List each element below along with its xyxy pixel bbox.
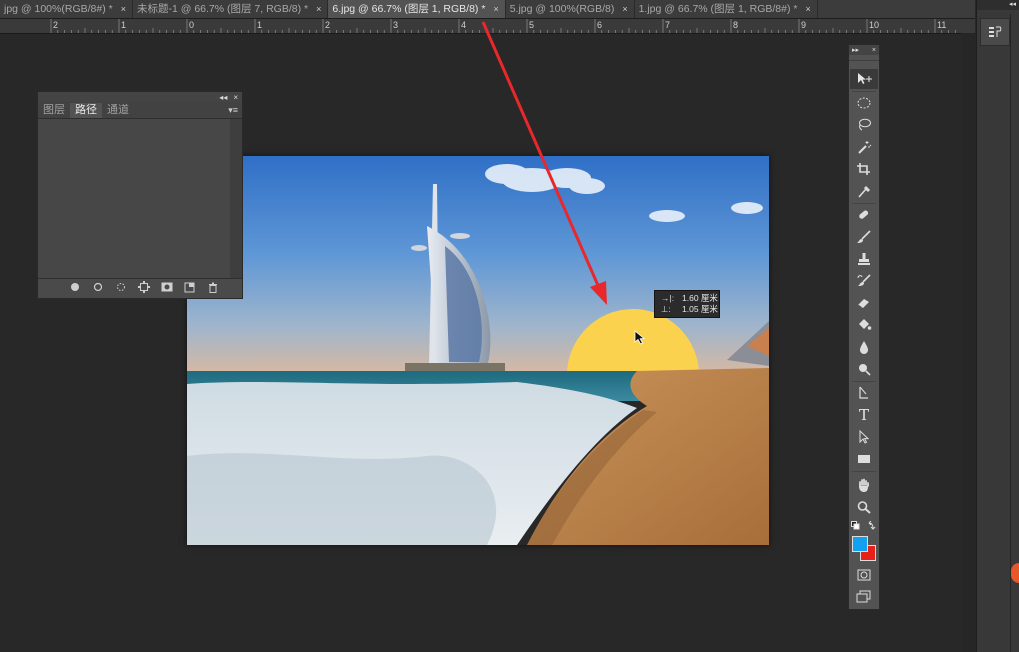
history-brush-tool-icon[interactable]: [850, 271, 878, 291]
blur-tool-icon[interactable]: [850, 337, 878, 357]
height-value: 1.05 厘米: [682, 304, 718, 314]
ruler-label: 5: [529, 20, 534, 30]
tools-panel: ▸▸ × T: [848, 44, 880, 610]
type-tool-icon[interactable]: T: [850, 405, 878, 425]
size-tooltip: →|: 1.60 厘米 ⊥: 1.05 厘米: [654, 290, 720, 318]
ruler-label: 6: [597, 20, 602, 30]
tab-channels[interactable]: 通道: [102, 103, 134, 118]
make-work-path-icon[interactable]: [132, 281, 155, 296]
dodge-tool-icon[interactable]: [850, 359, 878, 379]
lasso-tool-icon[interactable]: [850, 115, 878, 135]
ruler-label: 4: [461, 20, 466, 30]
dock-collapse-icon[interactable]: ◂◂: [977, 0, 1019, 10]
panel-menu-icon[interactable]: ▾≡: [228, 103, 238, 118]
ruler-label: 2: [325, 20, 330, 30]
paths-scrollbar[interactable]: [230, 119, 242, 278]
close-tab-icon[interactable]: ×: [316, 0, 321, 18]
move-tool-icon[interactable]: [850, 69, 878, 89]
magic-wand-tool-icon[interactable]: [850, 137, 878, 157]
ruler-label: 10: [869, 20, 879, 30]
panel-dock-gap: [962, 33, 976, 652]
document-canvas[interactable]: [187, 156, 769, 545]
document-tab-label: 未标题-1 @ 66.7% (图层 7, RGB/8) *: [136, 3, 309, 15]
clone-stamp-tool-icon[interactable]: [850, 249, 878, 269]
close-tab-icon[interactable]: ×: [493, 0, 498, 18]
paint-bucket-tool-icon[interactable]: [850, 315, 878, 335]
hand-tool-icon[interactable]: [850, 475, 878, 495]
mouse-cursor-icon: [634, 330, 646, 345]
toolbar-collapse-icon[interactable]: ▸▸: [852, 46, 859, 54]
eraser-tool-icon[interactable]: [850, 293, 878, 313]
quick-mask-icon[interactable]: [850, 565, 878, 585]
document-tab[interactable]: 1.jpg @ 66.7% (图层 1, RGB/8#) * ×: [635, 0, 818, 18]
panel-tabs: 图层 路径 通道 ▾≡: [38, 102, 242, 119]
paragraph-panel-icon: [989, 26, 1002, 37]
width-value: 1.60 厘米: [682, 293, 718, 303]
delete-path-icon[interactable]: [201, 282, 224, 296]
ruler-label: 2: [53, 20, 58, 30]
ruler-label: 7: [665, 20, 670, 30]
default-colors-icon[interactable]: [851, 520, 877, 533]
ruler-label: 1: [121, 20, 126, 30]
paths-list[interactable]: [38, 119, 230, 278]
new-path-icon[interactable]: [178, 282, 201, 296]
paths-footer: [38, 278, 242, 298]
close-tab-icon[interactable]: ×: [121, 0, 126, 18]
ruler-label: 11: [937, 20, 946, 30]
zoom-tool-icon[interactable]: [850, 497, 878, 517]
add-mask-icon[interactable]: [155, 282, 178, 295]
document-tab-bar: jpg @ 100%(RGB/8#) * × 未标题-1 @ 66.7% (图层 7…: [0, 0, 975, 19]
tab-paths[interactable]: 路径: [70, 103, 102, 118]
document-tab[interactable]: 5.jpg @ 100%(RGB/8) ×: [506, 0, 635, 18]
document-tab-label: jpg @ 100%(RGB/8#) *: [4, 3, 113, 15]
brush-tool-icon[interactable]: [850, 227, 878, 247]
panel-title-strip: ◂◂ ×: [38, 92, 242, 102]
width-icon: →|:: [661, 293, 675, 303]
beach-photo: [187, 156, 769, 545]
horizontal-ruler: 2 1 0 1 2 3 4 5 6 7 8 9 10 11: [0, 19, 975, 34]
ruler-ticks: 2 1 0 1 2 3 4 5 6 7 8 9 10 11: [50, 19, 956, 33]
ruler-label: 9: [801, 20, 806, 30]
load-path-as-selection-icon[interactable]: [109, 282, 132, 295]
elliptical-marquee-tool-icon[interactable]: [850, 93, 878, 113]
document-tab[interactable]: 6.jpg @ 66.7% (图层 1, RGB/8) * ×: [328, 0, 506, 18]
ruler-label: 1: [257, 20, 262, 30]
foreground-color-swatch[interactable]: [852, 536, 868, 552]
ruler-label: 8: [733, 20, 738, 30]
pen-tool-icon[interactable]: [850, 383, 878, 403]
document-tab-label: 1.jpg @ 66.7% (图层 1, RGB/8#) *: [638, 3, 798, 15]
paths-panel: ◂◂ × 图层 路径 通道 ▾≡: [37, 91, 243, 299]
height-icon: ⊥:: [661, 304, 671, 314]
path-selection-tool-icon[interactable]: [850, 427, 878, 447]
document-tab-label: 6.jpg @ 66.7% (图层 1, RGB/8) *: [332, 3, 486, 15]
tab-layers[interactable]: 图层: [38, 103, 70, 118]
crop-tool-icon[interactable]: [850, 159, 878, 179]
type-tool-glyph: T: [858, 406, 869, 424]
toolbar-close-icon[interactable]: ×: [872, 47, 876, 54]
eyedropper-tool-icon[interactable]: [850, 181, 878, 201]
stroke-path-icon[interactable]: [86, 282, 109, 295]
document-tab-label: 5.jpg @ 100%(RGB/8): [509, 3, 615, 15]
close-tab-icon[interactable]: ×: [805, 0, 810, 18]
fill-path-icon[interactable]: [63, 282, 86, 295]
panel-close-icon[interactable]: ×: [233, 93, 238, 102]
panel-collapse-icon[interactable]: ◂◂: [219, 93, 227, 102]
right-panel-dock: ◂◂: [976, 0, 1019, 652]
ruler-label: 3: [393, 20, 398, 30]
close-tab-icon[interactable]: ×: [622, 0, 627, 18]
browser-logo-icon: [1011, 563, 1019, 583]
screen-mode-icon[interactable]: [850, 587, 878, 607]
toolbar-grip[interactable]: [849, 55, 879, 61]
spot-healing-brush-tool-icon[interactable]: [850, 205, 878, 225]
document-tab[interactable]: jpg @ 100%(RGB/8#) * ×: [0, 0, 133, 18]
rectangle-tool-icon[interactable]: [850, 449, 878, 469]
ruler-label: 0: [189, 20, 194, 30]
dock-panel-button[interactable]: [980, 18, 1010, 46]
toolbar-header: ▸▸ ×: [849, 45, 879, 55]
document-tab[interactable]: 未标题-1 @ 66.7% (图层 7, RGB/8) * ×: [133, 0, 329, 18]
